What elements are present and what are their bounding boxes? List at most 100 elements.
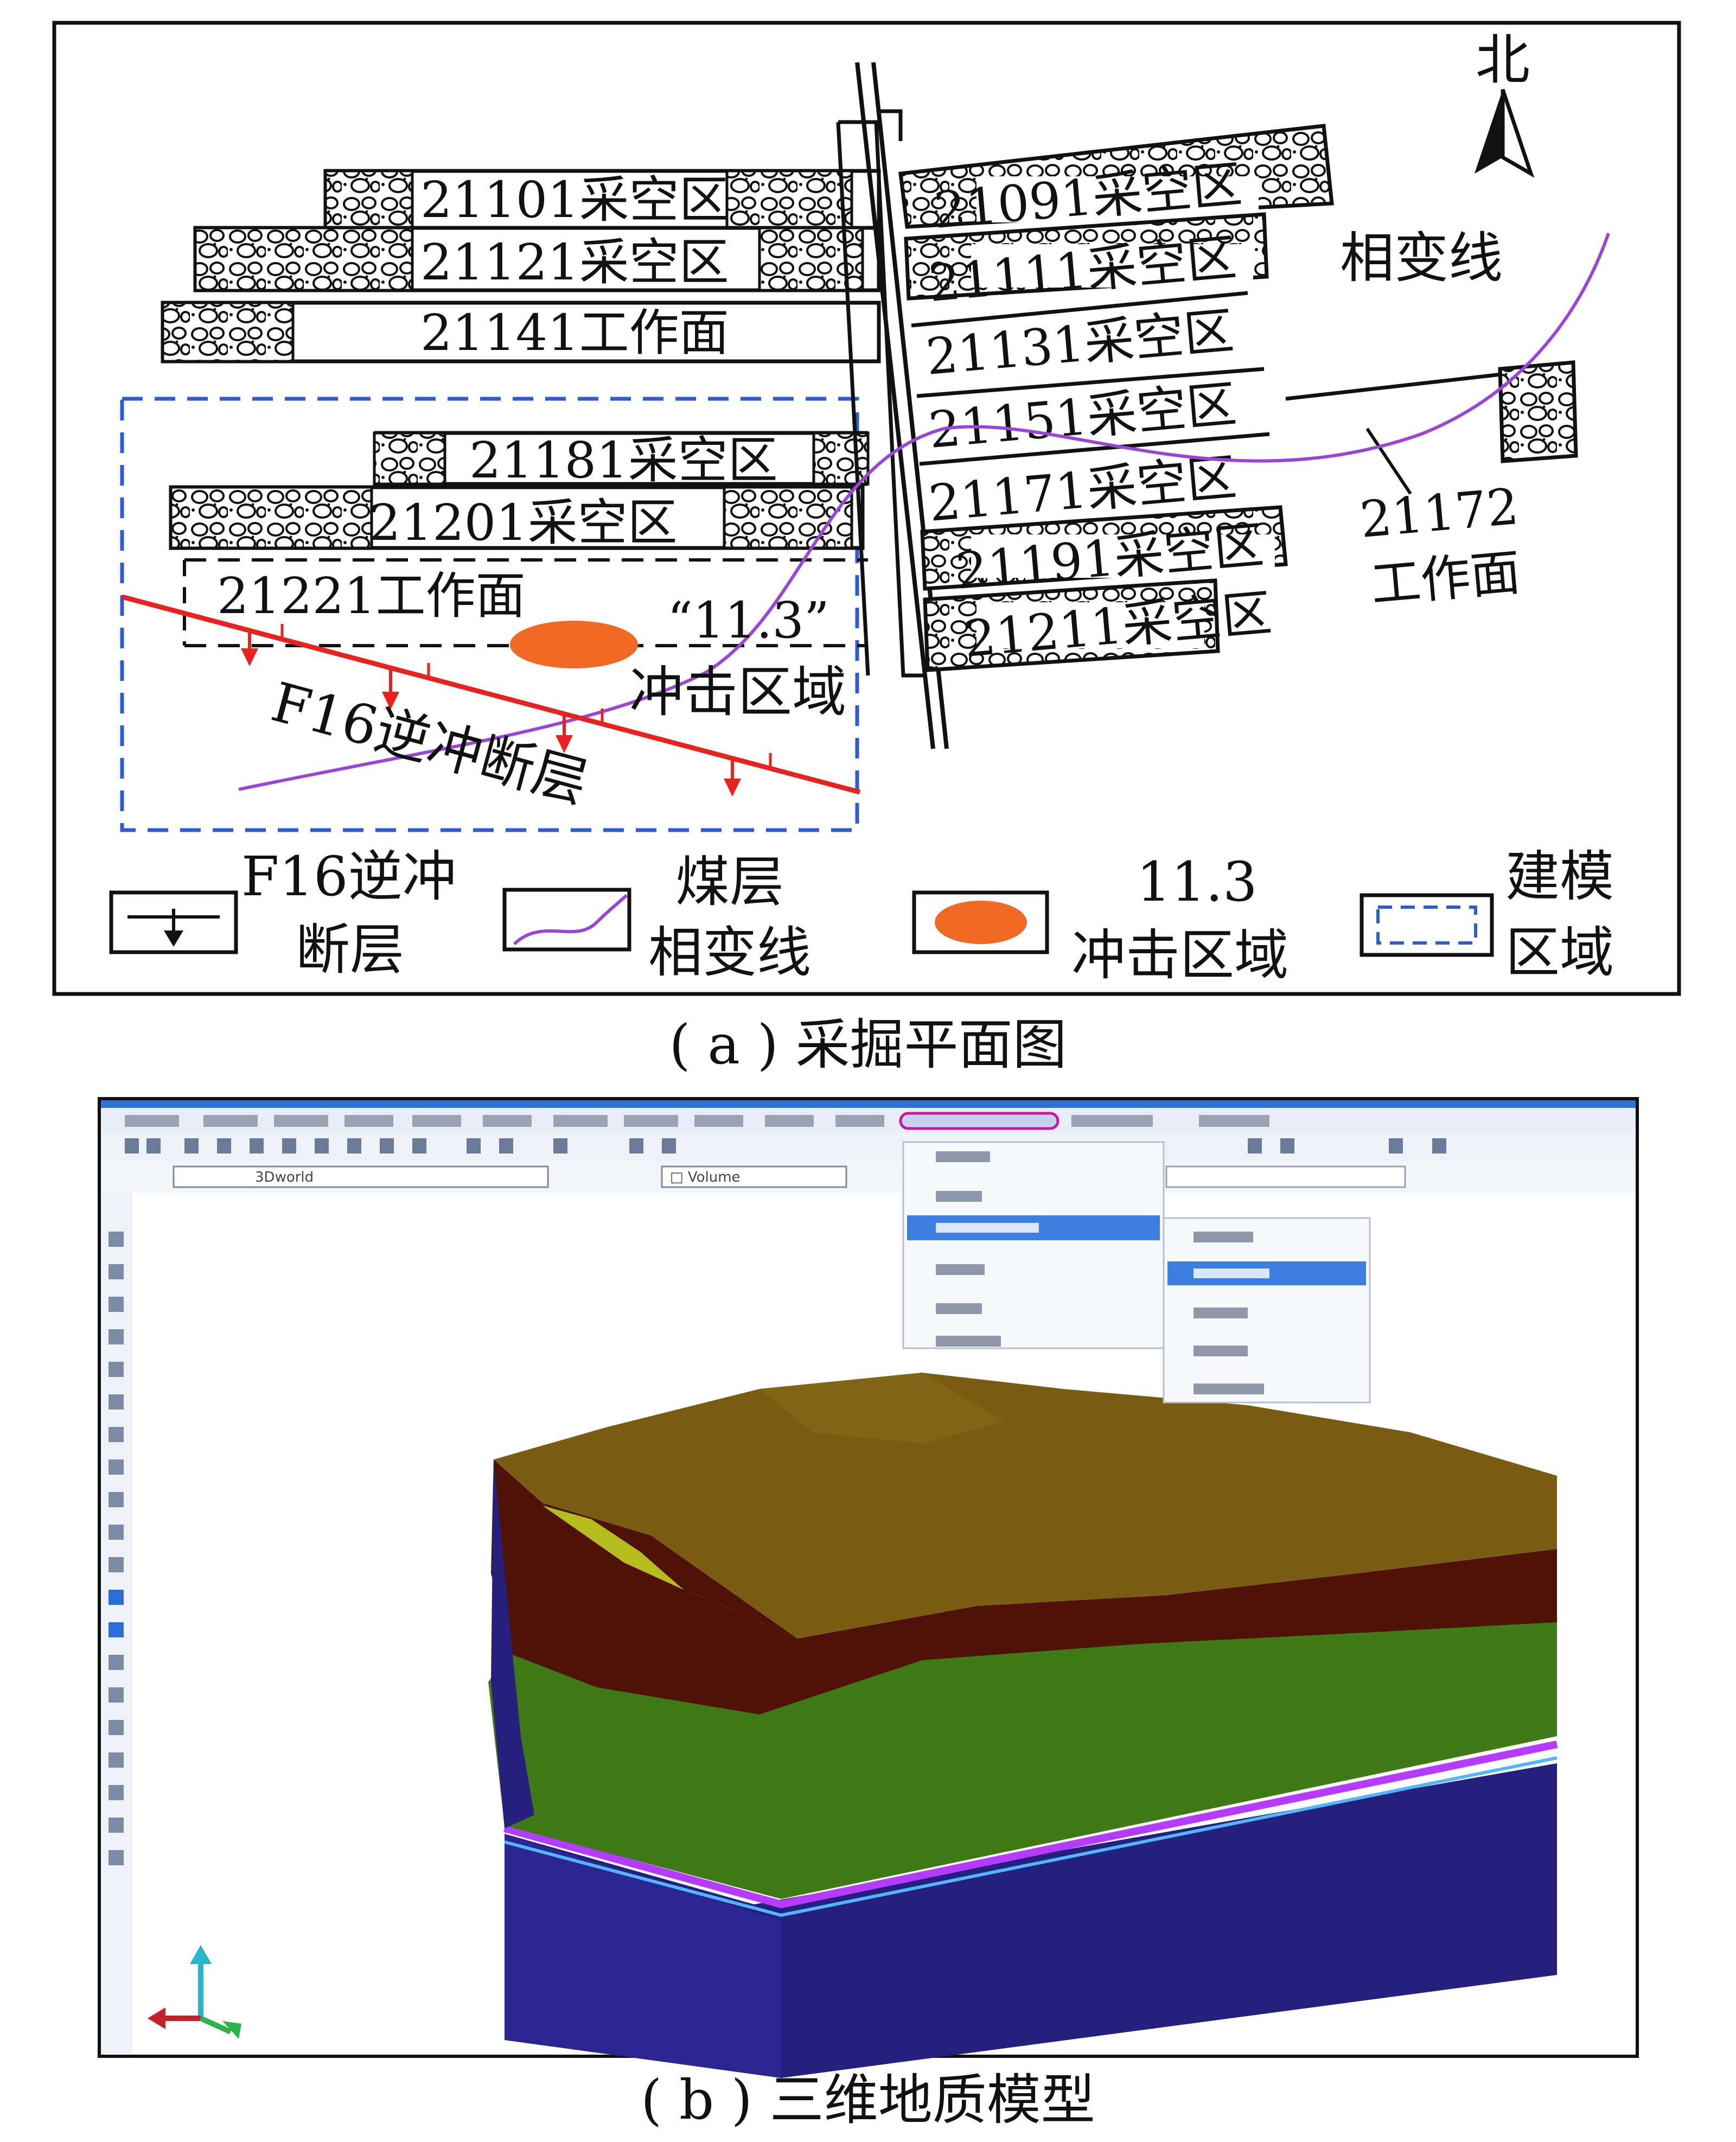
left-tool-15[interactable] xyxy=(108,1687,124,1703)
menu-item-1[interactable] xyxy=(125,1115,179,1127)
toolbar-icon-3[interactable] xyxy=(184,1138,199,1153)
west-panel-21121: 21121采空区 xyxy=(193,226,881,292)
dropdown-menu-primary xyxy=(902,1141,1165,1349)
left-tool-9[interactable] xyxy=(108,1492,124,1507)
left-tool-18[interactable] xyxy=(108,1785,124,1800)
dropdown-item-2[interactable] xyxy=(936,1191,982,1202)
menu-item-active[interactable] xyxy=(899,1112,1060,1130)
panel-b: 3Dworld □ Volume (b) 三维地质模型 xyxy=(98,1097,1639,2132)
menu-item-3[interactable] xyxy=(274,1115,328,1127)
left-tool-17[interactable] xyxy=(108,1752,124,1768)
toolbar-icon-16[interactable] xyxy=(1248,1138,1262,1153)
menu-item-7[interactable] xyxy=(553,1115,608,1127)
menu-item-4[interactable] xyxy=(344,1115,393,1127)
label-impact-line1: “11.3” xyxy=(667,591,829,649)
label-21121: 21121采空区 xyxy=(420,233,729,291)
menu-item-9[interactable] xyxy=(694,1115,743,1127)
right-select[interactable] xyxy=(1165,1165,1406,1188)
legend-model-line1: 建模 xyxy=(1505,845,1614,908)
menu-item-8[interactable] xyxy=(624,1115,678,1127)
left-tool-8[interactable] xyxy=(108,1459,124,1475)
toolbar-icon-10[interactable] xyxy=(412,1138,426,1153)
west-panel-21141: 21141工作面 xyxy=(161,301,881,364)
toolbar-icon-8[interactable] xyxy=(347,1138,361,1153)
label-21101: 21101采空区 xyxy=(420,171,729,229)
submenu-item-4[interactable] xyxy=(1194,1346,1248,1356)
left-tool-10[interactable] xyxy=(108,1525,124,1540)
menu-item-2[interactable] xyxy=(203,1115,258,1127)
label-21141: 21141工作面 xyxy=(420,304,729,362)
legend-phase-line2: 相变线 xyxy=(648,921,811,984)
impact-area-ellipse xyxy=(510,621,638,668)
dropdown-item-5[interactable] xyxy=(936,1303,982,1314)
app-toolbar xyxy=(101,1133,1636,1161)
label-21181: 21181采空区 xyxy=(469,431,778,489)
toolbar-icon-6[interactable] xyxy=(282,1138,296,1153)
legend-model-box xyxy=(1360,893,1494,957)
menu-item-12[interactable] xyxy=(1071,1115,1153,1127)
toolbar-icon-14[interactable] xyxy=(629,1138,643,1153)
toolbar-icon-9[interactable] xyxy=(380,1138,394,1153)
label-21221: 21221工作面 xyxy=(217,567,526,625)
label-21201: 21201采空区 xyxy=(369,494,678,552)
dropdown-item-1[interactable] xyxy=(936,1151,990,1162)
menu-item-13[interactable] xyxy=(1199,1115,1269,1127)
east-panel-21172-goaf xyxy=(1498,360,1578,463)
panel-a: 21101采空区 21121采空区 21141工作面 21181采空区 2120… xyxy=(52,21,1681,1076)
dropdown-item-4[interactable] xyxy=(936,1264,985,1275)
label-impact-line2: 冲击区域 xyxy=(629,660,846,724)
toolbar-icon-18[interactable] xyxy=(1389,1138,1403,1153)
toolbar-icon-15[interactable] xyxy=(662,1138,676,1153)
toolbar-icon-19[interactable] xyxy=(1432,1138,1446,1153)
menu-item-6[interactable] xyxy=(483,1115,532,1127)
submenu-item-1[interactable] xyxy=(1194,1232,1253,1242)
toolbar-icon-7[interactable] xyxy=(315,1138,329,1153)
left-tool-6[interactable] xyxy=(108,1394,124,1410)
legend-fault-line2: 断层 xyxy=(296,918,404,981)
left-tool-11[interactable] xyxy=(108,1557,124,1572)
toolbar-icon-11[interactable] xyxy=(467,1138,481,1153)
toolbar-icon-1[interactable] xyxy=(125,1138,139,1153)
toolbar-icon-12[interactable] xyxy=(499,1138,513,1153)
toolbar-icon-4[interactable] xyxy=(217,1138,231,1153)
left-tool-2[interactable] xyxy=(108,1264,124,1279)
west-panel-21101: 21101采空区 xyxy=(323,169,881,230)
workspace-select[interactable] xyxy=(173,1165,549,1188)
menu-item-11[interactable] xyxy=(835,1115,884,1127)
west-panel-21201: 21201采空区 xyxy=(169,485,865,552)
menu-item-5[interactable] xyxy=(412,1115,461,1127)
left-tool-20[interactable] xyxy=(108,1850,124,1865)
legend-impact-line2: 冲击区域 xyxy=(1071,923,1288,987)
toolbar-icon-13[interactable] xyxy=(553,1138,567,1153)
left-tool-19[interactable] xyxy=(108,1818,124,1833)
figure: 21101采空区 21121采空区 21141工作面 21181采空区 2120… xyxy=(52,21,1681,2132)
menu-item-10[interactable] xyxy=(765,1115,814,1127)
caption-b: ( b ) 三维地质模型 xyxy=(641,2068,1095,2132)
left-tool-13[interactable] xyxy=(108,1622,124,1637)
left-tool-4[interactable] xyxy=(108,1329,124,1344)
legend-fault-line1: F16逆冲 xyxy=(241,845,457,908)
app-title-bar xyxy=(101,1100,1636,1108)
dropdown-item-6[interactable] xyxy=(936,1336,1001,1347)
volume-select-value: □ Volume xyxy=(670,1169,741,1185)
label-phase-line: 相变线 xyxy=(1340,226,1503,290)
left-tool-1[interactable] xyxy=(108,1232,124,1247)
left-tool-16[interactable] xyxy=(108,1720,124,1735)
left-tool-5[interactable] xyxy=(108,1362,124,1377)
submenu-item-5[interactable] xyxy=(1194,1384,1264,1394)
dropdown-menu-submenu xyxy=(1163,1217,1371,1404)
legend-phase-line1: 煤层 xyxy=(675,850,784,914)
toolbar-icon-17[interactable] xyxy=(1280,1138,1294,1153)
left-tool-12[interactable] xyxy=(108,1590,124,1605)
geological-model-3d xyxy=(488,1373,1558,2078)
toolbar-icon-2[interactable] xyxy=(146,1138,161,1153)
submenu-item-3[interactable] xyxy=(1194,1308,1248,1318)
menu-items xyxy=(125,1112,1269,1130)
caption-a: ( a ) 采掘平面图 xyxy=(669,1013,1067,1076)
left-tool-3[interactable] xyxy=(108,1297,124,1312)
left-tool-7[interactable] xyxy=(108,1427,124,1442)
left-tool-14[interactable] xyxy=(108,1655,124,1670)
legend-phase-box xyxy=(502,888,631,952)
workspace-select-value: 3Dworld xyxy=(255,1169,314,1185)
toolbar-icon-5[interactable] xyxy=(250,1138,264,1153)
